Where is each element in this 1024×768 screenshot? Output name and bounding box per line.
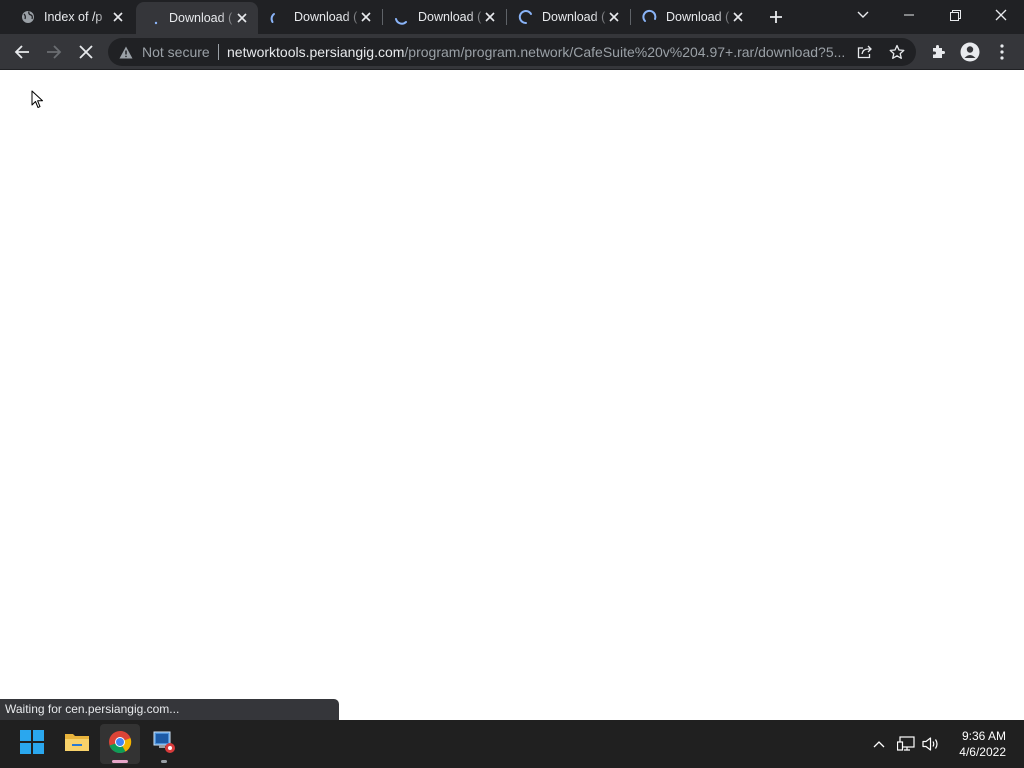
tab-download[interactable]: Download ( — [506, 0, 630, 34]
tab-title: Download ( — [169, 11, 233, 25]
browser-toolbar: Not secure networktools.persiangig.com/p… — [0, 34, 1024, 70]
tab-title: Download ( — [666, 10, 730, 24]
url-path: /program/program.network/CafeSuite%20v%2… — [404, 44, 846, 60]
running-app-indicator — [161, 760, 167, 763]
network-icon[interactable] — [896, 734, 916, 754]
windows-logo-icon — [20, 729, 44, 759]
close-window-button[interactable] — [978, 0, 1024, 30]
share-icon[interactable] — [854, 42, 876, 62]
tab-strip: Index of /p Download ( Download ( Downlo… — [0, 0, 1024, 34]
tab-title: Index of /p — [44, 10, 103, 24]
tab-download[interactable]: Download ( — [630, 0, 754, 34]
loading-spinner-icon — [394, 9, 410, 25]
tab-title: Download ( — [418, 10, 482, 24]
close-tab-icon[interactable] — [358, 9, 374, 25]
profile-button[interactable] — [954, 36, 986, 68]
clock-time: 9:36 AM — [961, 729, 1006, 743]
remote-app-icon — [152, 730, 176, 759]
new-tab-button[interactable] — [760, 2, 792, 32]
close-tab-icon[interactable] — [482, 9, 498, 25]
security-label[interactable]: Not secure — [142, 44, 210, 60]
warning-icon[interactable] — [118, 44, 134, 60]
system-clock[interactable]: 9:36 AM 4/6/2022 — [936, 728, 1006, 760]
close-tab-icon[interactable] — [606, 9, 622, 25]
bookmark-star-icon[interactable] — [886, 42, 908, 62]
minimize-button[interactable] — [886, 0, 932, 30]
tab-search-button[interactable] — [840, 0, 886, 30]
url-host: networktools.persiangig.com — [227, 44, 405, 60]
folder-icon — [64, 731, 90, 758]
extensions-button[interactable] — [922, 36, 954, 68]
loading-spinner-icon — [642, 9, 658, 25]
menu-button[interactable] — [986, 36, 1018, 68]
forward-button[interactable] — [38, 36, 70, 68]
close-tab-icon[interactable] — [234, 10, 250, 26]
loading-spinner-icon — [148, 10, 164, 26]
url-text[interactable]: networktools.persiangig.com/program/prog… — [227, 44, 849, 60]
tab-download-active[interactable]: Download ( — [136, 2, 258, 34]
tab-title: Download ( — [294, 10, 358, 24]
chrome-icon — [108, 730, 132, 759]
tab-index[interactable]: Index of /p — [8, 0, 134, 34]
clock-date: 4/6/2022 — [959, 745, 1006, 759]
file-explorer-button[interactable] — [57, 724, 97, 764]
restore-button[interactable] — [932, 0, 978, 30]
active-app-indicator — [112, 760, 128, 763]
omnibox-divider — [218, 44, 219, 60]
address-bar[interactable]: Not secure networktools.persiangig.com/p… — [108, 38, 916, 66]
globe-icon — [20, 9, 36, 25]
remote-app-button[interactable] — [144, 724, 184, 764]
show-hidden-icons-button[interactable] — [869, 734, 889, 754]
page-content — [0, 71, 1024, 720]
tab-download[interactable]: Download ( — [258, 0, 382, 34]
stop-loading-button[interactable] — [70, 36, 102, 68]
close-tab-icon[interactable] — [110, 9, 126, 25]
chrome-taskbar-button[interactable] — [100, 724, 140, 764]
tab-download[interactable]: Download ( — [382, 0, 506, 34]
back-button[interactable] — [6, 36, 38, 68]
status-bubble: Waiting for cen.persiangig.com... — [0, 699, 339, 720]
loading-spinner-icon — [518, 9, 534, 25]
tab-title: Download ( — [542, 10, 606, 24]
loading-spinner-icon — [270, 9, 286, 25]
mouse-cursor-icon — [31, 90, 45, 115]
close-tab-icon[interactable] — [730, 9, 746, 25]
start-button[interactable] — [12, 724, 52, 764]
taskbar: 9:36 AM 4/6/2022 — [0, 720, 1024, 768]
